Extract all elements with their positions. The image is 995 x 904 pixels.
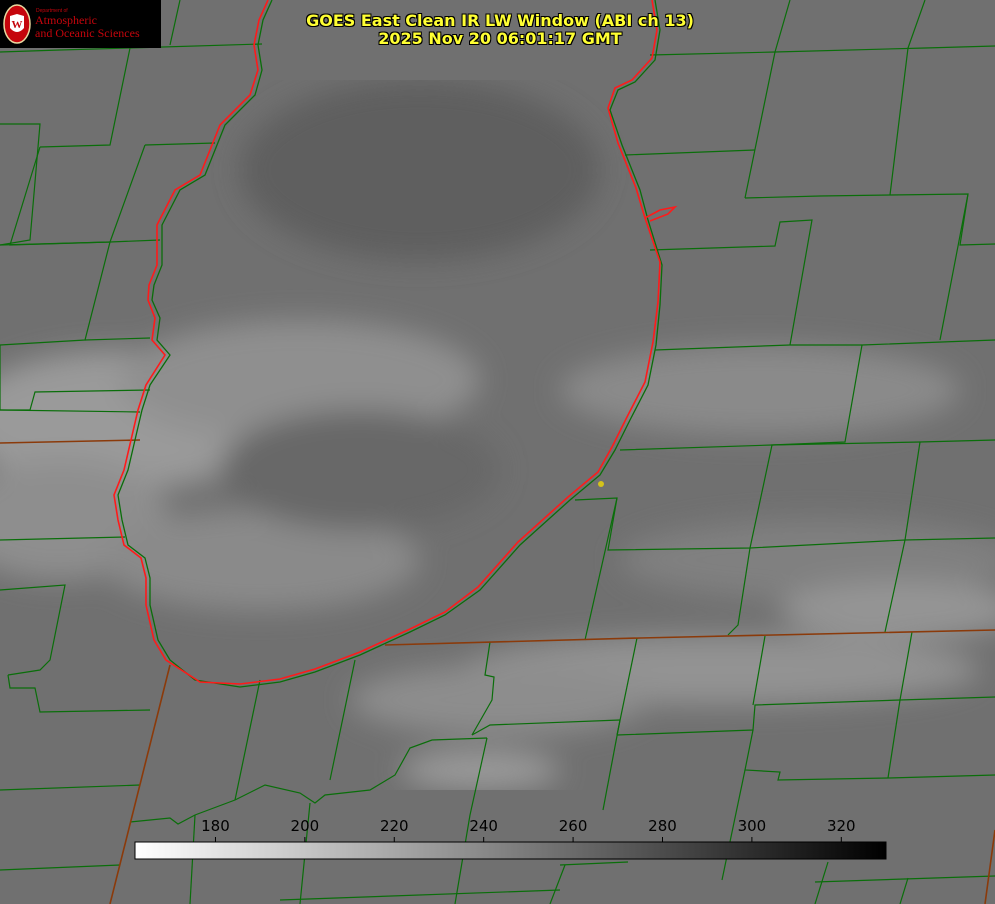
product-title: GOES East Clean IR LW Window (ABI ch 13) bbox=[306, 11, 694, 30]
uw-crest-icon: W bbox=[3, 4, 31, 44]
satellite-image-viewer: W Department of Atmospheric and Oceanic … bbox=[0, 0, 995, 904]
logo-name-line2: and Oceanic Sciences bbox=[35, 26, 140, 40]
image-title: GOES East Clean IR LW Window (ABI ch 13)… bbox=[300, 12, 700, 48]
ir-satellite-map bbox=[0, 0, 995, 904]
aos-logo: W Department of Atmospheric and Oceanic … bbox=[0, 0, 161, 48]
logo-name: Atmospheric and Oceanic Sciences bbox=[35, 14, 140, 40]
observation-marker bbox=[598, 481, 604, 487]
image-timestamp: 2025 Nov 20 06:01:17 GMT bbox=[378, 29, 622, 48]
seal-letter: W bbox=[12, 19, 23, 31]
